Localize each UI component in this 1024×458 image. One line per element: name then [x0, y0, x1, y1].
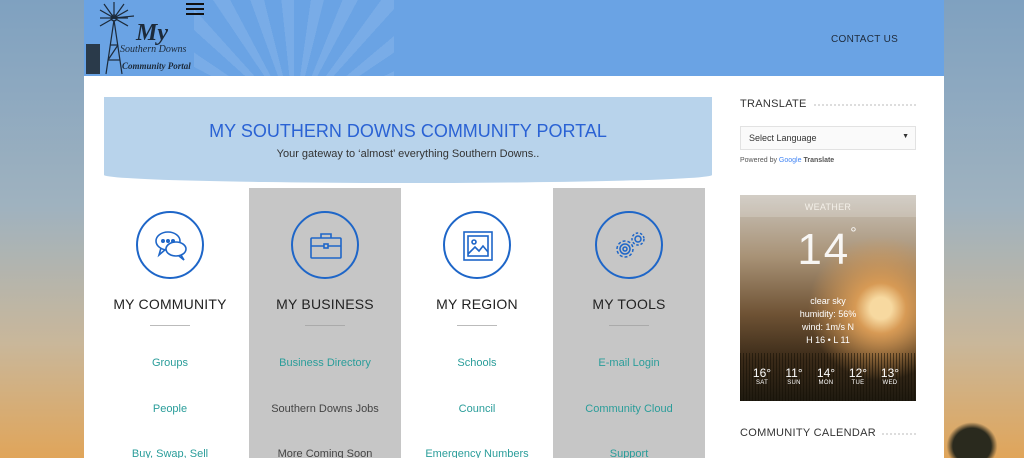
column-title: MY REGION	[436, 296, 518, 312]
chat-bubbles-icon[interactable]	[136, 211, 204, 279]
language-select[interactable]: Select Language ▼	[740, 126, 916, 150]
weather-humidity: humidity: 56%	[799, 309, 857, 319]
divider	[150, 325, 190, 326]
forecast-day-name: SUN	[787, 380, 801, 386]
link-more-coming-soon[interactable]: More Coming Soon	[249, 448, 401, 458]
forecast-temp: 11°	[785, 366, 803, 380]
dropdown-arrow-icon: ▼	[902, 133, 909, 140]
divider	[457, 325, 497, 326]
logo-southern-downs: Southern Downs	[120, 44, 187, 55]
link-groups[interactable]: Groups	[94, 357, 246, 369]
weather-high-low: H 16 • L 11	[806, 335, 850, 345]
google-translate-link[interactable]: Translate	[803, 157, 834, 164]
briefcase-icon[interactable]	[291, 211, 359, 279]
translate-heading: TRANSLATE	[740, 98, 807, 110]
page-subtitle: Your gateway to ‘almost’ everything Sout…	[276, 148, 540, 160]
picture-icon[interactable]	[443, 211, 511, 279]
forecast-temp: 13°	[880, 366, 900, 380]
link-email-login[interactable]: E-mail Login	[553, 357, 705, 369]
link-community-cloud[interactable]: Community Cloud	[553, 403, 705, 415]
column-title: MY BUSINESS	[276, 296, 374, 312]
forecast-temp: 12°	[848, 366, 868, 380]
column-my-region: MY REGION Schools Council Emergency Numb…	[401, 188, 553, 458]
forecast-day-name: SAT	[755, 380, 769, 386]
hero-banner: MY SOUTHERN DOWNS COMMUNITY PORTAL Your …	[104, 97, 712, 183]
temp-degree: °	[850, 225, 859, 242]
background-tree	[942, 418, 1002, 458]
logo-community-portal: Community Portal	[122, 61, 191, 71]
forecast-temp: 14°	[816, 366, 836, 380]
forecast-day: 14° MON	[810, 366, 842, 386]
community-calendar-heading: COMMUNITY CALENDAR	[740, 427, 876, 439]
link-business-directory[interactable]: Business Directory	[249, 357, 401, 369]
column-title: MY COMMUNITY	[113, 296, 227, 312]
divider	[609, 325, 649, 326]
forecast-day: 12° TUE	[842, 366, 874, 386]
current-temperature: 14°	[740, 225, 916, 275]
column-my-tools: MY TOOLS E-mail Login Community Cloud Su…	[553, 188, 705, 458]
gears-icon[interactable]	[595, 211, 663, 279]
forecast-temp: 16°	[752, 366, 772, 380]
weather-widget: WEATHER 14° clear sky humidity: 56% wind…	[740, 195, 916, 401]
page-title: MY SOUTHERN DOWNS COMMUNITY PORTAL	[209, 121, 607, 141]
forecast-day-name: WED	[882, 380, 898, 386]
powered-by-text: Powered by	[740, 157, 777, 164]
weather-condition: clear sky	[810, 296, 846, 306]
powered-by-google: Powered by Google Translate	[740, 157, 834, 164]
link-council[interactable]: Council	[401, 403, 553, 415]
column-my-business: MY BUSINESS Business Directory Southern …	[249, 188, 401, 458]
divider	[305, 325, 345, 326]
link-emergency-numbers[interactable]: Emergency Numbers	[401, 448, 553, 458]
link-people[interactable]: People	[94, 403, 246, 415]
forecast-day: 16° SAT	[746, 366, 778, 386]
heading-divider	[882, 433, 916, 435]
google-logo: Google	[778, 157, 802, 164]
sidebar: TRANSLATE Select Language ▼ Powered by G…	[740, 0, 920, 458]
heading-divider	[814, 104, 916, 106]
forecast-day-name: TUE	[851, 380, 865, 386]
logo-my: My	[136, 20, 168, 46]
forecast-day: 13° WED	[874, 366, 906, 386]
language-select-value: Select Language	[749, 133, 817, 143]
link-buy-swap-sell[interactable]: Buy, Swap, Sell	[94, 448, 246, 458]
link-schools[interactable]: Schools	[401, 357, 553, 369]
column-title: MY TOOLS	[592, 296, 666, 312]
weather-wind: wind: 1m/s N	[801, 322, 854, 332]
link-support[interactable]: Support	[553, 448, 705, 458]
weather-label: WEATHER	[740, 195, 916, 217]
column-my-community: MY COMMUNITY Groups People Buy, Swap, Se…	[94, 188, 246, 458]
hamburger-icon[interactable]	[186, 3, 204, 15]
link-southern-downs-jobs[interactable]: Southern Downs Jobs	[249, 403, 401, 415]
temp-value: 14	[797, 225, 851, 274]
header-decoration	[194, 0, 394, 76]
forecast-day-name: MON	[818, 380, 834, 386]
forecast-day: 11° SUN	[778, 366, 810, 386]
page-container: My Southern Downs Community Portal CONTA…	[84, 0, 944, 458]
